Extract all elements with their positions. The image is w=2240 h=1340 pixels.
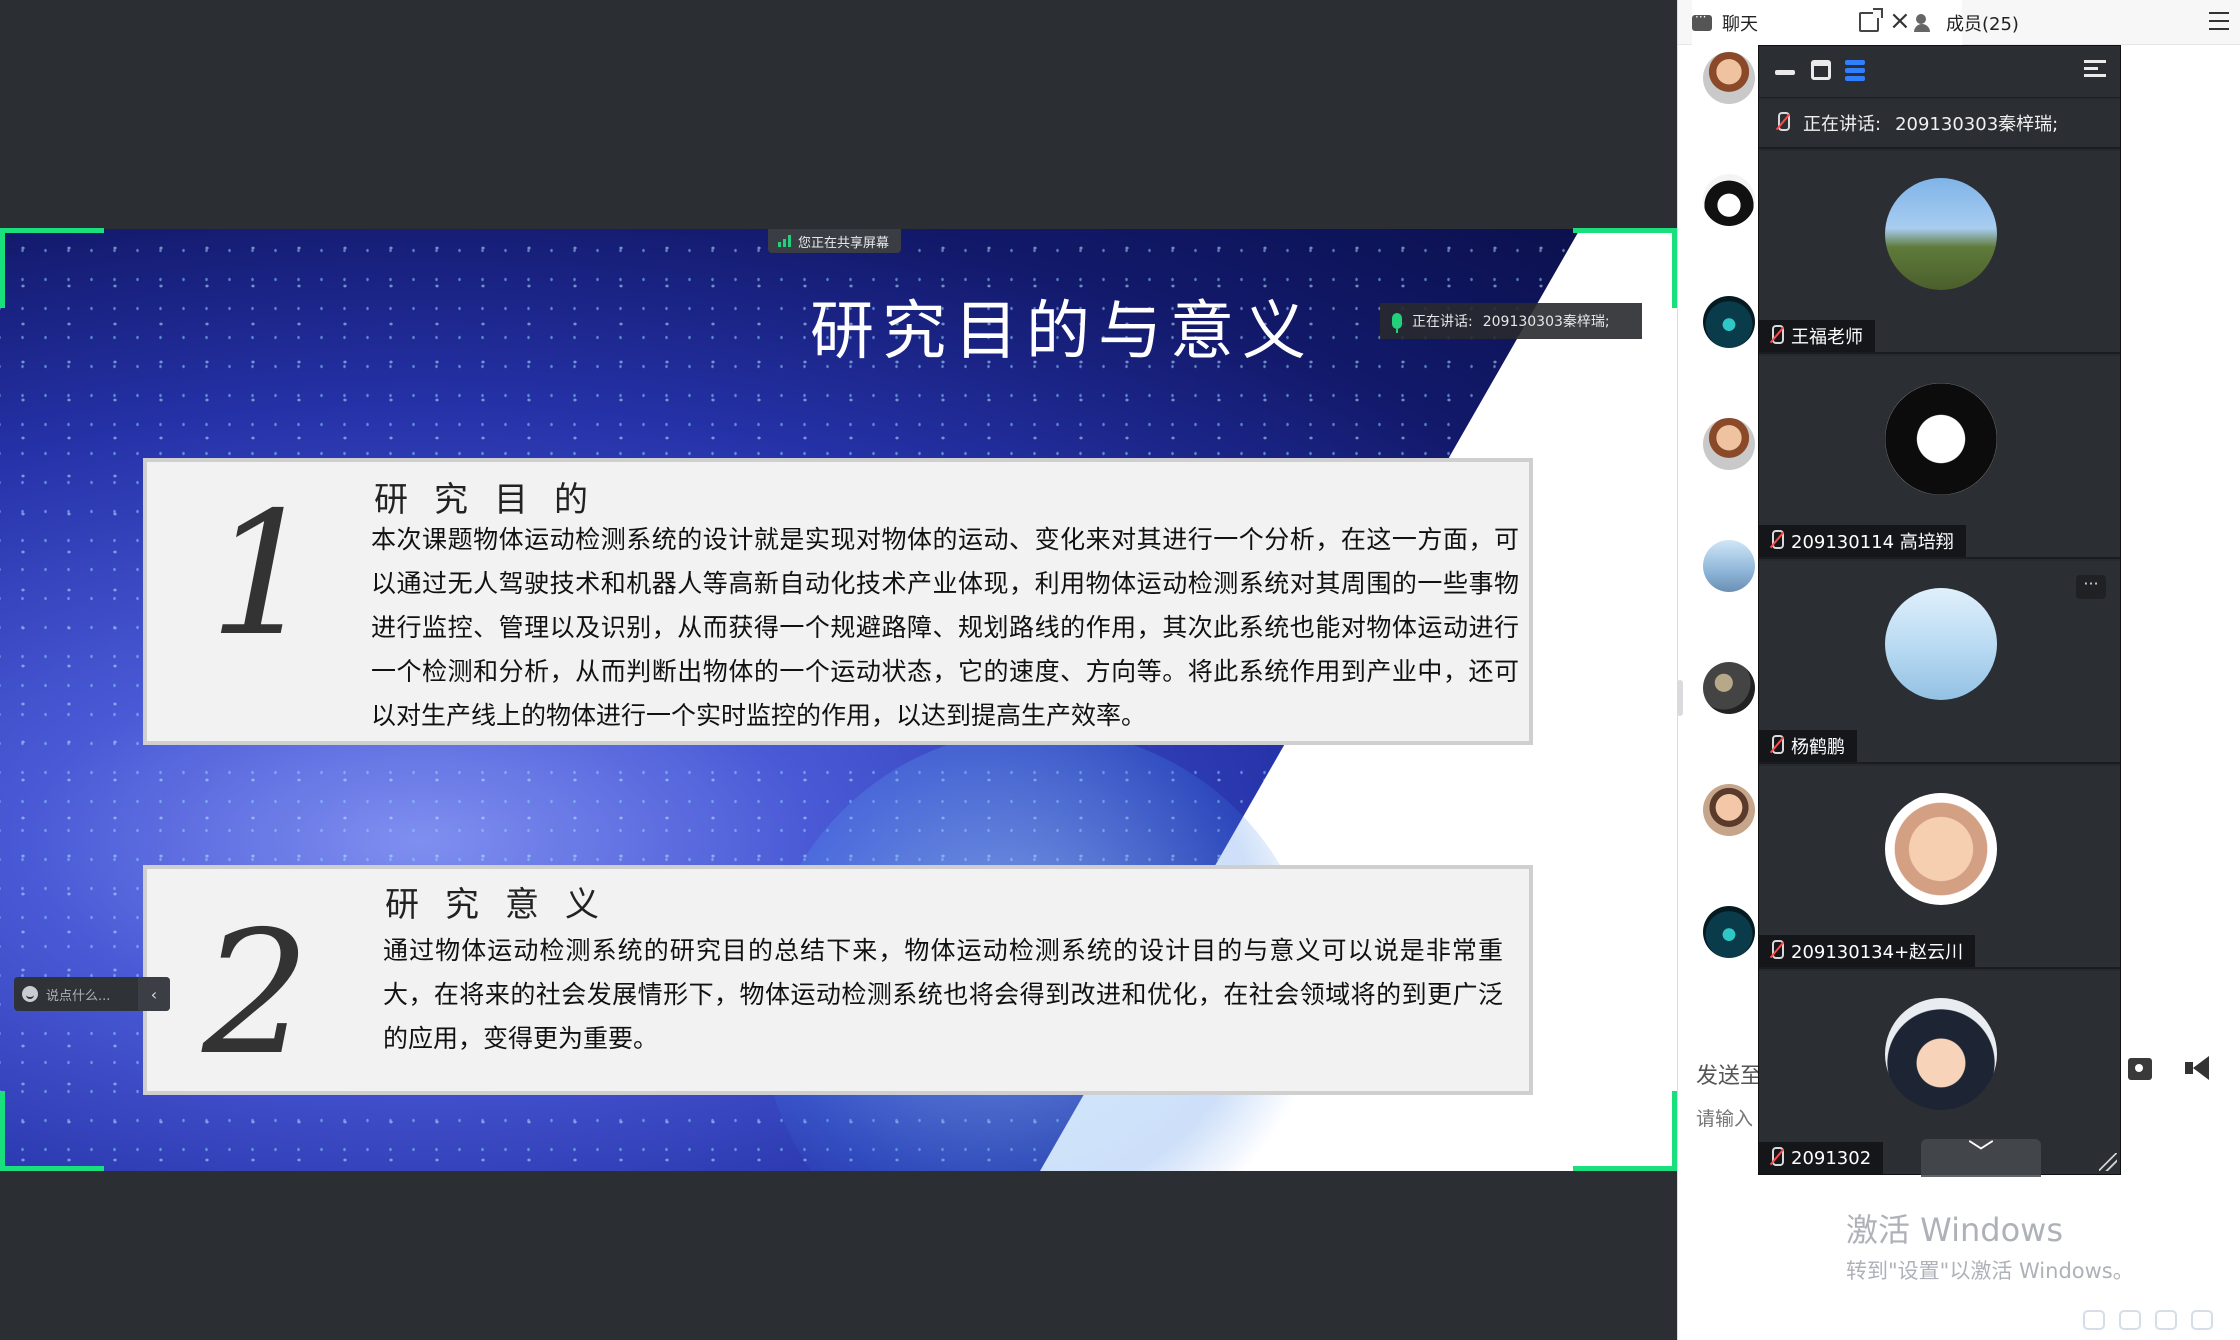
screen-share-badge-label: 您正在共享屏幕 (798, 235, 890, 251)
tab-members[interactable]: 成员(25) (1914, 0, 2129, 45)
chat-tray-icon[interactable] (2155, 1310, 2177, 1330)
microphone-icon (1392, 313, 1402, 333)
video-window-toolbar (1759, 46, 2120, 98)
lake-scenery-avatar (1885, 588, 1997, 700)
windows-activation-watermark: 激活 Windows 转到"设置"以激活 Windows。 (1846, 1205, 2134, 1285)
signal-bars-icon (778, 235, 791, 247)
video-tile[interactable]: 王福老师 (1759, 151, 2120, 354)
avatar[interactable] (1703, 418, 1755, 470)
share-frame-corner-top-right (1573, 228, 1677, 308)
avatar[interactable] (1703, 662, 1755, 714)
speaking-label: 正在讲话: (1412, 314, 1473, 330)
system-tray (2083, 1310, 2213, 1330)
chevron-down-icon[interactable]: ﹀ (1921, 1139, 2041, 1177)
mic-muted-icon (1769, 940, 1784, 962)
section-body: 本次课题物体运动检测系统的设计就是实现对物体的运动、变化来对其进行一个分析，在这… (371, 525, 1519, 730)
popout-window-icon[interactable] (1859, 8, 1883, 32)
panel-resize-handle[interactable] (1677, 680, 1683, 716)
shared-screen-area: 您正在共享屏幕 研究目的与意义 正在讲话: 209130303秦梓瑞; 1 研究… (0, 0, 1677, 1340)
watermark-line1: 激活 Windows (1846, 1211, 2064, 1249)
floating-chat-input[interactable]: 说点什么... ‹ (14, 977, 170, 1011)
video-tile[interactable]: 209130114 高培翔 (1759, 356, 2120, 559)
avatar[interactable] (1703, 784, 1755, 836)
avatar[interactable] (1703, 52, 1755, 104)
video-gallery-window: 正在讲话: 209130303秦梓瑞; 王福老师 209130114 高培翔 ·… (1758, 45, 2121, 1177)
share-frame-corner-bottom-right (1573, 1091, 1677, 1171)
panel-tab-bar: 聊天 × 成员(25) (1678, 0, 2240, 45)
slide-card-research-purpose: 1 研究目的 本次课题物体运动检测系统的设计就是实现对物体的运动、变化来对其进行… (143, 458, 1533, 745)
video-tile[interactable]: ··· 杨鹤鹏 (1759, 561, 2120, 764)
anime-boy-avatar (1885, 998, 1997, 1110)
tab-members-label: 成员(25) (1946, 13, 2019, 35)
tray-icon[interactable] (2083, 1310, 2105, 1330)
emoji-icon[interactable] (22, 986, 38, 1002)
megaphone-icon[interactable] (2185, 1056, 2211, 1080)
avatar[interactable] (1703, 540, 1755, 592)
video-speaking-bar: 正在讲话: 209130303秦梓瑞; (1759, 99, 2120, 149)
collapse-panel-icon[interactable] (2084, 60, 2106, 80)
mic-muted-icon (1775, 112, 1790, 134)
members-icon (1914, 13, 1936, 32)
speaking-label: 正在讲话: (1803, 114, 1882, 135)
watermark-line2: 转到"设置"以激活 Windows。 (1846, 1259, 2134, 1283)
section-number: 2 (202, 895, 311, 1093)
horse-rider-avatar (1885, 178, 1997, 290)
mic-muted-icon (1769, 530, 1784, 552)
anime-sketch-avatar (1885, 383, 1997, 495)
microphone-tray-icon[interactable] (2119, 1310, 2141, 1330)
mic-muted-icon (1769, 325, 1784, 347)
slide-card-research-significance: 2 研究意义 通过物体运动检测系统的研究目的总结下来，物体运动检测系统的设计目的… (143, 865, 1533, 1095)
participant-name: 209130114 高培翔 (1791, 532, 1954, 553)
window-mode-icon[interactable] (1811, 60, 1831, 80)
chat-message-input[interactable] (1696, 1108, 1756, 1130)
participant-name-tag: 王福老师 (1759, 320, 1875, 352)
participant-name: 王福老师 (1791, 327, 1863, 348)
screen-share-badge[interactable]: 您正在共享屏幕 (768, 229, 902, 253)
resize-grip-icon[interactable] (2099, 1153, 2117, 1171)
more-options-button[interactable]: ··· (2076, 575, 2106, 599)
send-to-label[interactable]: 发送至 (1696, 1058, 1762, 1090)
mic-muted-icon (1769, 735, 1784, 757)
close-icon[interactable]: × (1889, 8, 1911, 34)
tab-chat-label: 聊天 (1722, 13, 1758, 35)
avatar[interactable] (1703, 906, 1755, 958)
settings-tray-icon[interactable] (2191, 1310, 2213, 1330)
chevron-left-icon[interactable]: ‹ (138, 977, 170, 1011)
section-body: 通过物体运动检测系统的研究目的总结下来，物体运动检测系统的设计目的与意义可以说是… (383, 936, 1503, 1053)
baby-face-avatar (1885, 793, 1997, 905)
mic-muted-icon (1769, 1147, 1784, 1169)
participant-name: 杨鹤鹏 (1791, 737, 1845, 758)
section-heading: 研究目的 (374, 480, 614, 520)
slide-title: 研究目的与意义 (810, 295, 1314, 369)
list-view-icon[interactable] (1845, 60, 1865, 82)
section-number: 1 (209, 476, 318, 674)
participant-name: 2091302 (1791, 1147, 1872, 1169)
avatar[interactable] (1703, 174, 1755, 226)
share-frame-corner-top-left (0, 228, 104, 308)
participant-name-tag: 209130114 高培翔 (1759, 525, 1966, 557)
participant-name-tag: 杨鹤鹏 (1759, 730, 1857, 762)
chat-bubble-icon (1692, 10, 1712, 31)
speaking-name: 209130303秦梓瑞; (1895, 114, 2059, 135)
avatar[interactable] (1703, 296, 1755, 348)
floating-chat-placeholder[interactable]: 说点什么... (46, 985, 110, 1004)
speaking-name: 209130303秦梓瑞; (1482, 314, 1610, 330)
participant-name: 209130134+赵云川 (1791, 942, 1964, 963)
participant-name-tag: 209130134+赵云川 (1759, 935, 1976, 967)
speaking-indicator-overlay: 正在讲话: 209130303秦梓瑞; (1380, 303, 1642, 339)
hamburger-menu-icon[interactable] (2209, 12, 2229, 30)
video-tile[interactable]: 209130134+赵云川 (1759, 766, 2120, 969)
share-frame-corner-bottom-left (0, 1091, 104, 1171)
image-upload-icon[interactable] (2128, 1058, 2152, 1080)
minimize-icon[interactable] (1775, 70, 1795, 75)
participant-name-tag: 2091302 (1759, 1142, 1884, 1174)
section-heading: 研究意义 (385, 885, 625, 925)
